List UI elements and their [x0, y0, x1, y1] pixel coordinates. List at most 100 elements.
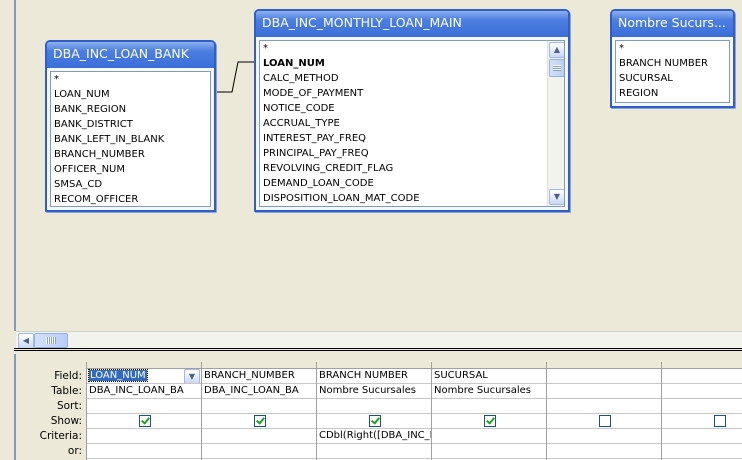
grid-cell-table[interactable]: Nombre Sucursales [432, 384, 546, 399]
grid-cell-show[interactable] [662, 414, 742, 429]
grid-cell-sort[interactable] [87, 399, 201, 414]
row-label-sort: Sort: [56, 400, 82, 412]
field-list-item[interactable]: INTEREST_PAY_FREQ [260, 131, 548, 146]
field-list-item[interactable]: DEMAND_LOAN_CODE [260, 176, 548, 191]
field-list-title[interactable]: DBA_INC_MONTHLY_LOAN_MAIN [256, 11, 568, 37]
grid-cell-or[interactable] [547, 444, 661, 459]
field-list-item[interactable]: CALC_METHOD [260, 71, 548, 86]
field-list-sucursales[interactable]: Nombre Sucurs... * BRANCH NUMBER SUCURSAL R… [610, 9, 735, 108]
field-list-title[interactable]: Nombre Sucurs... [612, 11, 733, 37]
field-list-item[interactable]: SMSA_CD [51, 177, 210, 192]
grid-cell-table[interactable] [662, 384, 742, 399]
grid-column[interactable] [661, 362, 742, 460]
horizontal-scrollbar[interactable]: ◀ [16, 331, 742, 349]
show-checkbox[interactable] [599, 415, 611, 427]
grid-cell-criteria[interactable] [202, 429, 316, 444]
field-list-item[interactable]: OFFICER_NUM [51, 162, 210, 177]
grid-column[interactable]: BRANCH_NUMBER DBA_INC_LOAN_BA [201, 362, 316, 460]
grid-cell-text: BRANCH NUMBER [319, 370, 408, 381]
grid-cell-text: Nombre Sucursales [319, 385, 417, 396]
grid-cell-show[interactable] [432, 414, 546, 429]
column-selector[interactable] [662, 362, 742, 369]
grid-cell-sort[interactable] [662, 399, 742, 414]
field-list-loan-bank[interactable]: DBA_INC_LOAN_BANK * LOAN_NUM BANK_REGION BA… [45, 40, 216, 212]
grid-column[interactable] [546, 362, 661, 460]
grid-cell-field[interactable]: BRANCH NUMBER [317, 369, 431, 384]
grid-cell-criteria[interactable] [547, 429, 661, 444]
row-label-show: Show: [50, 415, 82, 427]
grid-cell-or[interactable] [202, 444, 316, 459]
dropdown-arrow-icon[interactable]: ▼ [184, 369, 200, 383]
field-list-body: * BRANCH NUMBER SUCURSAL REGION [615, 40, 730, 103]
field-list-item[interactable]: * [616, 41, 729, 56]
field-list-item[interactable]: BANK_LEFT_IN_BLANK [51, 132, 210, 147]
grid-cell-field[interactable]: LOAN_NUM ▼ [87, 369, 201, 384]
field-list-item[interactable]: * [51, 72, 210, 87]
grid-cell-text: LOAN_NUM [88, 369, 148, 382]
field-list-item[interactable]: LOAN_NUM [260, 56, 548, 71]
field-list-item[interactable]: ACCRUAL_TYPE [260, 116, 548, 131]
show-checkbox[interactable] [369, 415, 381, 427]
column-selector[interactable] [87, 362, 201, 369]
field-list-item[interactable]: MODE_OF_PAYMENT [260, 86, 548, 101]
field-list-item[interactable]: SUCURSAL [616, 71, 729, 86]
field-list-item[interactable]: BRANCH NUMBER [616, 56, 729, 71]
grid-cell-sort[interactable] [317, 399, 431, 414]
field-list-item[interactable]: PRINCIPAL_PAY_FREQ [260, 146, 548, 161]
grid-cell-criteria[interactable] [432, 429, 546, 444]
field-list-item[interactable]: BRANCH_NUMBER [51, 147, 210, 162]
show-checkbox[interactable] [484, 415, 496, 427]
field-list-item[interactable]: BANK_DISTRICT [51, 117, 210, 132]
scroll-thumb[interactable] [34, 333, 68, 348]
grid-column[interactable]: LOAN_NUM ▼ DBA_INC_LOAN_BA [86, 362, 201, 460]
grid-cell-show[interactable] [317, 414, 431, 429]
field-list-item[interactable]: LOAN_NUM [51, 87, 210, 102]
grid-cell-show[interactable] [202, 414, 316, 429]
field-list-item[interactable]: RECOM_OFFICER [51, 192, 210, 206]
field-list-item[interactable]: * [260, 41, 548, 56]
field-list-title[interactable]: DBA_INC_LOAN_BANK [47, 42, 214, 68]
field-list-item[interactable]: REGION [616, 86, 729, 101]
scroll-left-icon[interactable]: ◀ [18, 333, 34, 349]
show-checkbox[interactable] [254, 415, 266, 427]
grid-cell-or[interactable] [662, 444, 742, 459]
scroll-thumb[interactable] [549, 59, 564, 77]
column-selector[interactable] [432, 362, 546, 369]
grid-cell-criteria[interactable]: CDbl(Right([DBA_INC_I [317, 429, 431, 444]
grid-cell-field[interactable] [547, 369, 661, 384]
grid-cell-table[interactable]: Nombre Sucursales [317, 384, 431, 399]
column-selector[interactable] [317, 362, 431, 369]
grid-cell-table[interactable]: DBA_INC_LOAN_BA [87, 384, 201, 399]
grid-column[interactable]: BRANCH NUMBER Nombre Sucursales CDbl(Right… [316, 362, 431, 460]
grid-cell-criteria[interactable] [662, 429, 742, 444]
field-list-item[interactable]: BANK_REGION [51, 102, 210, 117]
grid-cell-or[interactable] [432, 444, 546, 459]
field-list-item[interactable]: DISPOSITION_LOAN_MAT_CODE [260, 191, 548, 206]
grid-cell-field[interactable]: BRANCH_NUMBER [202, 369, 316, 384]
grid-cell-or[interactable] [87, 444, 201, 459]
field-list-item[interactable]: REVOLVING_CREDIT_FLAG [260, 161, 548, 176]
grid-cell-table[interactable]: DBA_INC_LOAN_BA [202, 384, 316, 399]
field-list-monthly-loan[interactable]: DBA_INC_MONTHLY_LOAN_MAIN * LOAN_NUM CALC_… [254, 9, 570, 212]
grid-cell-sort[interactable] [202, 399, 316, 414]
show-checkbox[interactable] [714, 415, 726, 427]
grid-cell-or[interactable] [317, 444, 431, 459]
grid-cell-show[interactable] [87, 414, 201, 429]
column-selector[interactable] [547, 362, 661, 369]
vertical-scrollbar[interactable]: ▲ ▼ [547, 41, 564, 206]
grid-cell-show[interactable] [547, 414, 661, 429]
scroll-down-icon[interactable]: ▼ [549, 189, 564, 205]
row-label-field: Field: [54, 370, 82, 382]
field-list-item[interactable]: NOTICE_CODE [260, 101, 548, 116]
grid-cell-sort[interactable] [547, 399, 661, 414]
column-selector[interactable] [202, 362, 316, 369]
grid-cell-field[interactable] [662, 369, 742, 384]
scroll-up-icon[interactable]: ▲ [549, 42, 564, 58]
grid-cell-text: DBA_INC_LOAN_BA [204, 385, 299, 396]
grid-cell-field[interactable]: SUCURSAL [432, 369, 546, 384]
show-checkbox[interactable] [139, 415, 151, 427]
grid-cell-sort[interactable] [432, 399, 546, 414]
grid-cell-criteria[interactable] [87, 429, 201, 444]
grid-cell-table[interactable] [547, 384, 661, 399]
grid-column[interactable]: SUCURSAL Nombre Sucursales [431, 362, 546, 460]
